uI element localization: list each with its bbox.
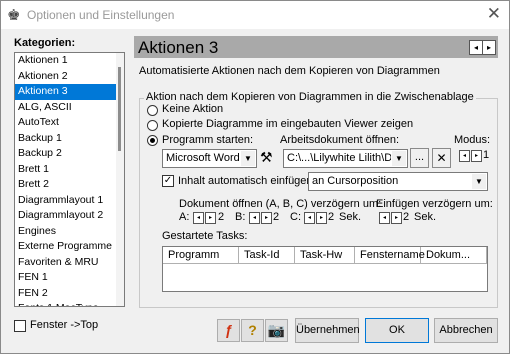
- next-page-button[interactable]: ▸: [482, 40, 496, 55]
- sidebar-item[interactable]: Backup 1: [15, 131, 124, 147]
- title-bar: ♚ Optionen und Einstellungen ✕: [1, 1, 509, 29]
- column-header-task-id[interactable]: Task-Id: [239, 247, 295, 264]
- spin-right-icon[interactable]: ▸: [471, 150, 482, 162]
- spin-left-icon[interactable]: ◂: [304, 212, 315, 224]
- close-icon[interactable]: ✕: [487, 4, 501, 24]
- window-title: Optionen und Einstellungen: [27, 8, 175, 22]
- cancel-button[interactable]: Abbrechen: [434, 318, 498, 343]
- stay-on-top-checkbox[interactable]: [14, 320, 26, 332]
- delay-open-unit: Sek.: [339, 211, 362, 223]
- delay-a-spinner[interactable]: ◂ ▸: [193, 212, 217, 224]
- chevron-down-icon: ▼: [392, 151, 406, 166]
- chevron-down-icon: ▼: [472, 174, 486, 189]
- sidebar-item[interactable]: Fonts 1 MacType: [15, 301, 124, 306]
- program-select[interactable]: Microsoft Word ▼: [162, 149, 257, 168]
- column-header-fenstername[interactable]: Fenstername: [355, 247, 425, 264]
- apply-button[interactable]: Übernehmen: [295, 318, 360, 343]
- options-dialog: ♚ Optionen und Einstellungen ✕ Kategorie…: [0, 0, 510, 354]
- tasks-label: Gestartete Tasks:: [162, 230, 248, 242]
- spin-right-icon[interactable]: ▸: [205, 212, 216, 224]
- clear-workdoc-button[interactable]: ✕: [432, 148, 451, 168]
- chess-king-icon: ♚: [7, 7, 21, 24]
- column-header-task-hw[interactable]: Task-Hw: [295, 247, 355, 264]
- sidebar-item[interactable]: Aktionen 2: [15, 69, 124, 85]
- delay-a-value: 2: [218, 211, 225, 223]
- category-scrollbar[interactable]: [116, 53, 124, 306]
- sidebar-item[interactable]: AutoText: [15, 115, 124, 131]
- spin-left-icon[interactable]: ◂: [249, 212, 260, 224]
- category-list[interactable]: Aktionen 1 Aktionen 2 Aktionen 3 ALG, ASCII…: [14, 52, 125, 307]
- column-header-dokument[interactable]: Dokum...: [421, 247, 487, 264]
- workdoc-select[interactable]: C:\...\Lilywhite Lilith\Des ▼: [283, 149, 408, 168]
- sidebar-item[interactable]: Externe Programme: [15, 239, 124, 255]
- spin-left-icon[interactable]: ◂: [459, 150, 470, 162]
- spin-left-icon[interactable]: ◂: [193, 212, 204, 224]
- tasks-table[interactable]: Programm Task-Id Task-Hw Fenstername Dok…: [162, 246, 488, 292]
- scrollbar-thumb[interactable]: [118, 67, 121, 151]
- sidebar-item[interactable]: Diagrammlayout 1: [15, 193, 124, 209]
- column-header-programm[interactable]: Programm: [163, 247, 239, 264]
- delay-insert-spinner[interactable]: ◂ ▸: [379, 212, 403, 224]
- sidebar-item[interactable]: Aktionen 3: [15, 84, 124, 100]
- categories-label: Kategorien:: [14, 37, 76, 49]
- sidebar-item[interactable]: Backup 2: [15, 146, 124, 162]
- delay-open-label: Dokument öffnen (A, B, C) verzögern um:: [179, 198, 382, 210]
- sidebar-item[interactable]: FEN 1: [15, 270, 124, 286]
- delay-insert-label: Einfügen verzögern um:: [376, 198, 493, 210]
- spin-right-icon[interactable]: ▸: [316, 212, 327, 224]
- delay-b-value: 2: [273, 211, 280, 223]
- sidebar-item[interactable]: Brett 1: [15, 162, 124, 178]
- tools-icon[interactable]: ⚒: [260, 149, 273, 166]
- help-icon[interactable]: ?: [241, 319, 264, 342]
- delay-c-label: C:: [290, 211, 301, 223]
- sidebar-item[interactable]: ALG, ASCII: [15, 100, 124, 116]
- spin-right-icon[interactable]: ▸: [391, 212, 402, 224]
- sidebar-item[interactable]: Favoriten & MRU: [15, 255, 124, 271]
- radio-viewer[interactable]: [147, 120, 158, 131]
- autoinsert-checkbox[interactable]: ✓: [162, 175, 174, 187]
- delay-a-label: A:: [179, 211, 190, 223]
- radio-no-action[interactable]: [147, 105, 158, 116]
- delay-c-spinner[interactable]: ◂ ▸: [304, 212, 328, 224]
- modus-spinner[interactable]: ◂ ▸: [459, 150, 483, 162]
- flash-icon[interactable]: ƒ: [217, 319, 240, 342]
- workdoc-label: Arbeitsdokument öffnen:: [280, 134, 400, 146]
- modus-value: 1: [483, 149, 490, 161]
- spin-left-icon[interactable]: ◂: [379, 212, 390, 224]
- radio-no-action-label: Keine Aktion: [162, 103, 224, 115]
- autoinsert-label: Inhalt automatisch einfügen: [178, 175, 313, 187]
- sidebar-item[interactable]: FEN 2: [15, 286, 124, 302]
- ok-button[interactable]: OK: [365, 318, 429, 343]
- delay-insert-unit: Sek.: [414, 211, 437, 223]
- workdoc-select-value: C:\...\Lilywhite Lilith\Des: [287, 152, 391, 164]
- program-select-value: Microsoft Word: [166, 152, 240, 164]
- modus-label: Modus:: [454, 134, 491, 146]
- delay-b-label: B:: [235, 211, 246, 223]
- spin-right-icon[interactable]: ▸: [261, 212, 272, 224]
- sidebar-item[interactable]: Diagrammlayout 2: [15, 208, 124, 224]
- prev-page-button[interactable]: ◂: [469, 40, 483, 55]
- page-title: Aktionen 3: [138, 38, 219, 57]
- insert-position-value: an Cursorposition: [312, 175, 399, 187]
- sidebar-item[interactable]: Aktionen 1: [15, 53, 124, 69]
- chevron-down-icon: ▼: [241, 151, 255, 166]
- radio-viewer-label: Kopierte Diagramme im eingebauten Viewer…: [162, 118, 414, 130]
- section-header: Aktionen 3 ◂ ▸: [134, 36, 498, 58]
- radio-start-program[interactable]: [147, 135, 158, 146]
- delay-b-spinner[interactable]: ◂ ▸: [249, 212, 273, 224]
- camera-icon[interactable]: 📷: [265, 319, 288, 342]
- browse-button[interactable]: ...: [410, 148, 429, 168]
- delay-c-value: 2: [328, 211, 335, 223]
- radio-start-program-label: Programm starten:: [162, 134, 254, 146]
- sidebar-item[interactable]: Engines: [15, 224, 124, 240]
- action-group-title: Aktion nach dem Kopieren von Diagrammen …: [144, 91, 476, 103]
- sidebar-item[interactable]: Brett 2: [15, 177, 124, 193]
- delay-insert-value: 2: [403, 211, 410, 223]
- stay-on-top-label: Fenster ->Top: [30, 319, 99, 331]
- section-description: Automatisierte Aktionen nach dem Kopiere…: [139, 65, 440, 77]
- insert-position-select[interactable]: an Cursorposition ▼: [308, 172, 488, 191]
